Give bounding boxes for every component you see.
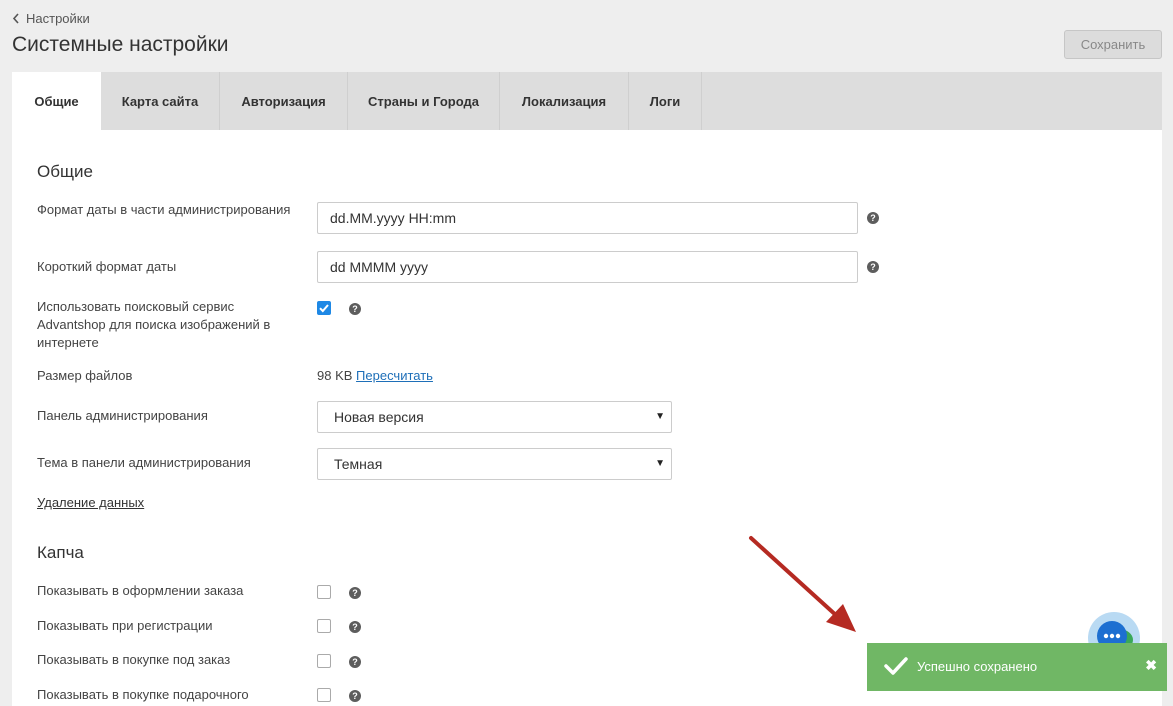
toast-message: Успешно сохранено (917, 659, 1038, 674)
help-icon[interactable]: ? (349, 690, 361, 702)
captcha-giftcert-label: Показывать в покупке подарочного (37, 687, 249, 702)
tab-authorization[interactable]: Авторизация (220, 72, 348, 130)
settings-panel: Общие Формат даты в части администрирова… (12, 130, 1162, 706)
file-size-label: Размер файлов (37, 368, 133, 383)
captcha-checkout-label: Показывать в оформлении заказа (37, 583, 244, 598)
help-icon[interactable]: ? (867, 261, 879, 273)
check-icon (884, 657, 908, 675)
captcha-preorder-checkbox[interactable] (317, 654, 331, 668)
recalculate-link[interactable]: Пересчитать (356, 368, 433, 383)
admin-theme-label: Тема в панели администрирования (37, 455, 251, 470)
tab-countries-cities[interactable]: Страны и Города (348, 72, 500, 130)
help-icon[interactable]: ? (349, 587, 361, 599)
admin-theme-select[interactable]: Темная ▼ (317, 448, 672, 480)
admin-theme-selected: Темная (334, 456, 383, 472)
date-format-input[interactable] (317, 202, 858, 234)
success-toast: Успешно сохранено ✖ (867, 643, 1167, 691)
file-size-amount: 98 KB (317, 368, 353, 383)
chevron-left-icon (12, 13, 19, 24)
section-title-general: Общие (37, 162, 93, 181)
captcha-giftcert-checkbox[interactable] (317, 688, 331, 702)
close-icon[interactable]: ✖ (1145, 657, 1157, 674)
image-search-checkbox[interactable] (317, 301, 331, 315)
captcha-checkout-checkbox[interactable] (317, 585, 331, 599)
short-date-label: Короткий формат даты (37, 259, 177, 274)
settings-tabs: Общие Карта сайта Авторизация Страны и Г… (12, 72, 1162, 130)
file-size-value: 98 KB Пересчитать (317, 368, 433, 383)
delete-data-link[interactable]: Удаление данных (37, 495, 144, 510)
captcha-registration-checkbox[interactable] (317, 619, 331, 633)
caret-down-icon: ▼ (655, 411, 665, 422)
admin-panel-selected: Новая версия (334, 409, 424, 425)
breadcrumb-label: Настройки (26, 11, 90, 26)
tab-localization[interactable]: Локализация (500, 72, 629, 130)
captcha-preorder-label: Показывать в покупке под заказ (37, 652, 231, 667)
image-search-label: Использовать поисковый сервис Advantshop… (37, 299, 271, 350)
save-button[interactable]: Сохранить (1064, 30, 1162, 59)
captcha-registration-label: Показывать при регистрации (37, 618, 213, 633)
page-title: Системные настройки (12, 33, 229, 56)
tab-general[interactable]: Общие (12, 72, 101, 130)
checkmark-icon (319, 304, 329, 313)
help-icon[interactable]: ? (349, 303, 361, 315)
date-format-label: Формат даты в части администрирования (37, 202, 291, 217)
admin-panel-select[interactable]: Новая версия ▼ (317, 401, 672, 433)
caret-down-icon: ▼ (655, 458, 665, 469)
help-icon[interactable]: ? (349, 656, 361, 668)
tab-sitemap[interactable]: Карта сайта (101, 72, 220, 130)
breadcrumb-back[interactable]: Настройки (12, 11, 90, 26)
admin-panel-label: Панель администрирования (37, 408, 208, 423)
tab-logs[interactable]: Логи (629, 72, 702, 130)
section-title-captcha: Капча (37, 543, 84, 562)
help-icon[interactable]: ? (867, 212, 879, 224)
short-date-input[interactable] (317, 251, 858, 283)
help-icon[interactable]: ? (349, 621, 361, 633)
